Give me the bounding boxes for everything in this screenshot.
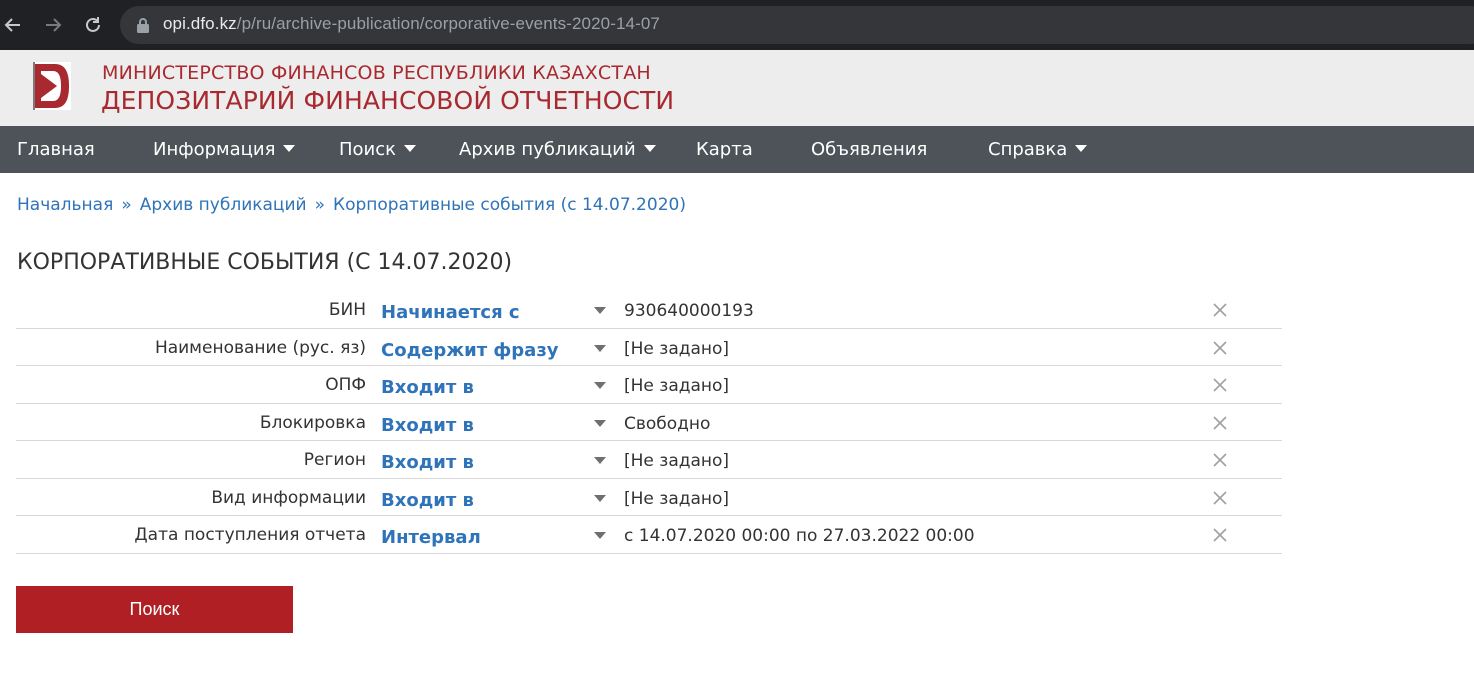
breadcrumb-current[interactable]: Корпоративные события (с 14.07.2020) — [333, 195, 686, 215]
filter-row-opf: ОПФ Входит в [Не задано] — [16, 366, 1282, 404]
filter-row-blocking: Блокировка Входит в Свободно — [16, 404, 1282, 441]
filter-value[interactable]: [Не задано] — [624, 339, 729, 359]
filter-operator-select[interactable]: Содержит фразу — [381, 340, 559, 361]
filter-operator-select[interactable]: Входит в — [381, 452, 474, 473]
main-nav: Главная Информация Поиск Архив публикаци… — [0, 126, 1474, 173]
back-arrow-icon[interactable] — [0, 10, 28, 40]
address-bar[interactable]: opi.dfo.kz/p/ru/archive-publication/corp… — [120, 6, 1474, 44]
filter-operator-select[interactable]: Входит в — [381, 490, 474, 511]
clear-icon[interactable] — [1212, 527, 1228, 543]
filter-label: Блокировка — [259, 412, 366, 433]
forward-arrow-icon[interactable] — [38, 10, 68, 40]
nav-item-information[interactable]: Информация — [153, 126, 296, 173]
site-header: МИНИСТЕРСТВО ФИНАНСОВ РЕСПУБЛИКИ КАЗАХСТ… — [0, 50, 1474, 126]
filter-value[interactable]: с 14.07.2020 00:00 по 27.03.2022 00:00 — [624, 526, 975, 546]
filter-label: ОПФ — [325, 375, 366, 395]
clear-icon[interactable] — [1212, 377, 1228, 393]
filter-table: БИН Начинается с 930640000193 Наименован… — [16, 291, 1282, 554]
filter-value[interactable]: Свободно — [624, 414, 710, 434]
filter-label: Дата поступления отчета — [134, 525, 366, 545]
filter-value[interactable]: [Не задано] — [624, 376, 729, 396]
clear-icon[interactable] — [1212, 340, 1228, 356]
search-button[interactable]: Поиск — [16, 586, 293, 633]
chevron-down-icon[interactable] — [594, 532, 606, 539]
lock-icon — [137, 18, 149, 33]
url-text: opi.dfo.kz/p/ru/archive-publication/corp… — [163, 14, 660, 34]
url-host: opi.dfo.kz — [163, 14, 237, 33]
filter-label: Регион — [303, 450, 366, 470]
clear-icon[interactable] — [1212, 302, 1228, 318]
chevron-down-icon[interactable] — [594, 307, 606, 314]
filter-row-bin: БИН Начинается с 930640000193 — [16, 291, 1282, 329]
filter-row-name: Наименование (рус. яз) Содержит фразу [Н… — [16, 329, 1282, 366]
filter-value[interactable]: [Не задано] — [624, 451, 729, 471]
filter-label: Вид информации — [211, 487, 366, 508]
filter-value[interactable]: 930640000193 — [624, 301, 754, 321]
clear-icon[interactable] — [1212, 415, 1228, 431]
clear-icon[interactable] — [1212, 452, 1228, 468]
filter-row-region: Регион Входит в [Не задано] — [16, 441, 1282, 479]
breadcrumb-separator: » — [121, 195, 132, 215]
filter-label: Наименование (рус. яз) — [154, 337, 366, 358]
caret-down-icon — [1075, 145, 1088, 152]
url-path: /p/ru/archive-publication/corporative-ev… — [236, 14, 660, 33]
filter-label: БИН — [328, 300, 366, 320]
breadcrumb: Начальная » Архив публикаций » Корпоративные… — [17, 195, 686, 215]
clear-icon[interactable] — [1212, 490, 1228, 506]
nav-item-announcements[interactable]: Объявления — [811, 126, 927, 173]
nav-item-home[interactable]: Главная — [17, 126, 95, 173]
filter-operator-select[interactable]: Начинается с — [381, 302, 520, 323]
depository-title[interactable]: ДЕПОЗИТАРИЙ ФИНАНСОВОЙ ОТЧЕТНОСТИ — [101, 86, 674, 115]
breadcrumb-archive[interactable]: Архив публикаций — [140, 195, 307, 215]
dfo-logo[interactable] — [33, 62, 71, 110]
chevron-down-icon[interactable] — [594, 344, 606, 352]
page-title: КОРПОРАТИВНЫЕ СОБЫТИЯ (С 14.07.2020) — [17, 250, 513, 275]
filter-value[interactable]: [Не задано] — [624, 489, 729, 509]
nav-item-search[interactable]: Поиск — [339, 126, 417, 173]
nav-item-map[interactable]: Карта — [696, 126, 753, 173]
caret-down-icon — [404, 145, 417, 152]
chevron-down-icon[interactable] — [594, 457, 606, 464]
breadcrumb-home[interactable]: Начальная — [17, 195, 113, 215]
browser-toolbar: opi.dfo.kz/p/ru/archive-publication/corp… — [0, 0, 1474, 50]
filter-operator-select[interactable]: Интервал — [381, 527, 481, 548]
filter-row-info-type: Вид информации Входит в [Не задано] — [16, 479, 1282, 516]
breadcrumb-separator: » — [314, 195, 326, 215]
caret-down-icon — [643, 145, 656, 152]
chevron-down-icon[interactable] — [594, 419, 606, 427]
caret-down-icon — [283, 145, 296, 152]
chevron-down-icon[interactable] — [594, 494, 606, 502]
nav-item-archive[interactable]: Архив публикаций — [459, 126, 656, 173]
filter-operator-select[interactable]: Входит в — [381, 415, 474, 436]
chevron-down-icon[interactable] — [594, 382, 606, 389]
filter-row-report-date: Дата поступления отчета Интервал с 14.07… — [16, 516, 1282, 554]
ministry-title: МИНИСТЕРСТВО ФИНАНСОВ РЕСПУБЛИКИ КАЗАХСТ… — [102, 62, 651, 84]
filter-operator-select[interactable]: Входит в — [381, 377, 474, 398]
nav-item-help[interactable]: Справка — [988, 126, 1088, 173]
reload-icon[interactable] — [78, 10, 108, 40]
